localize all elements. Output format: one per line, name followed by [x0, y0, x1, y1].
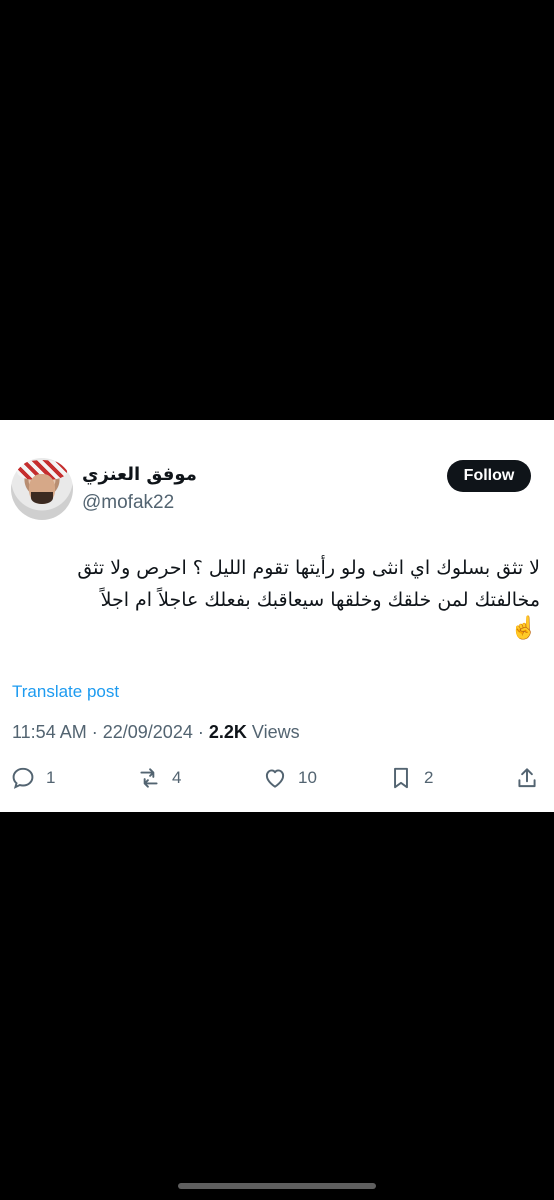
bookmark-icon	[394, 767, 408, 789]
avatar-beard	[31, 492, 53, 504]
repost-button[interactable]: 4	[136, 760, 181, 796]
tweet-meta: 11:54 AM · 22/09/2024 · 2.2K Views	[12, 722, 300, 743]
like-count: 10	[298, 768, 317, 787]
follow-button[interactable]: Follow	[447, 460, 531, 492]
top-black-area	[0, 0, 554, 420]
tweet-time: 11:54 AM	[12, 722, 87, 742]
tweet-card: موفق العنزي @mofak22 Follow لا تثق بسلوك…	[0, 420, 554, 812]
avatar[interactable]	[11, 458, 73, 520]
meta-separator: ·	[197, 722, 204, 742]
handle[interactable]: @mofak22	[82, 492, 174, 514]
tweet-text: لا تثق بسلوك اي انثى ولو رأيتها تقوم الل…	[77, 557, 540, 611]
share-button[interactable]	[514, 760, 540, 796]
meta-separator: ·	[91, 722, 98, 742]
repost-count: 4	[172, 768, 182, 787]
display-name[interactable]: موفق العنزي	[82, 464, 222, 485]
reply-button[interactable]: 1	[10, 760, 55, 796]
reply-count: 1	[46, 768, 56, 787]
like-icon	[265, 769, 285, 788]
views-label: Views	[251, 722, 300, 742]
share-icon	[518, 768, 536, 788]
reply-icon	[12, 767, 34, 789]
bookmark-count: 2	[424, 768, 434, 787]
bottom-black-area	[0, 812, 554, 1200]
action-bar: 1 4 10 2	[0, 760, 554, 796]
repost-icon	[140, 768, 158, 788]
translate-link[interactable]: Translate post	[12, 682, 119, 702]
bookmark-button[interactable]: 2	[388, 760, 433, 796]
like-button[interactable]: 10	[262, 760, 317, 796]
tweet-emoji: ☝️	[510, 616, 538, 641]
tweet-date: 22/09/2024	[102, 722, 193, 742]
home-indicator[interactable]	[178, 1183, 376, 1189]
views-count: 2.2K	[208, 722, 247, 742]
